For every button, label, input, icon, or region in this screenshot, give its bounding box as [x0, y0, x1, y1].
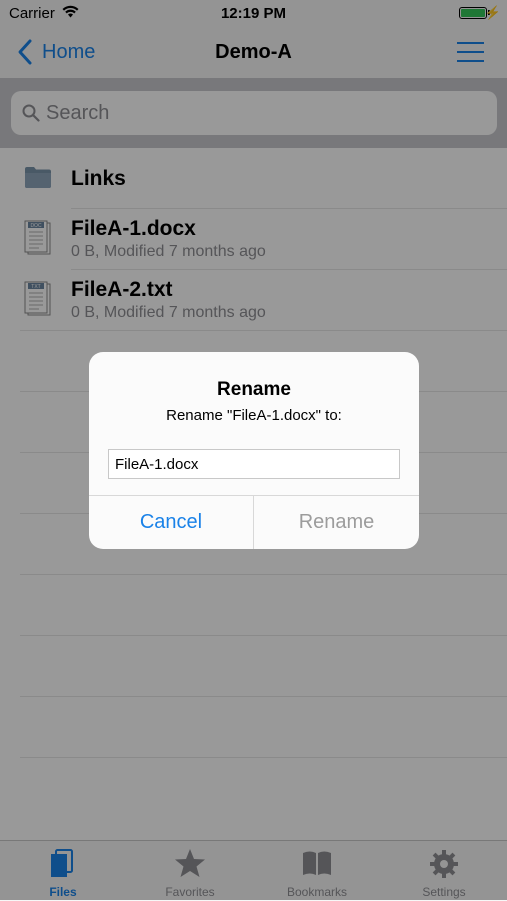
- rename-dialog: Rename Rename "FileA-1.docx" to: Cancel …: [89, 352, 419, 549]
- rename-button[interactable]: Rename: [254, 496, 419, 549]
- rename-field[interactable]: [108, 449, 400, 479]
- dialog-title: Rename: [217, 379, 291, 400]
- cancel-button[interactable]: Cancel: [89, 496, 254, 549]
- dialog-buttons: Cancel Rename: [89, 495, 419, 549]
- rename-input[interactable]: [109, 450, 399, 478]
- dialog-message: Rename "FileA-1.docx" to:: [166, 407, 342, 424]
